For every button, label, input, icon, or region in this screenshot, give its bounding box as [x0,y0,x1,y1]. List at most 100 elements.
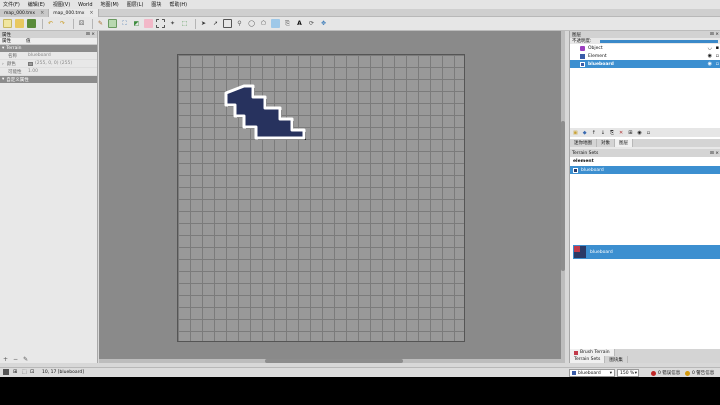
delete-layer-icon[interactable]: ✕ [619,130,623,136]
move-up-icon[interactable]: ↑ [592,130,596,136]
insert-template-icon[interactable]: ⎘ [283,19,292,28]
select-objects-icon[interactable]: ➤ [199,19,208,28]
main-toolbar: ↶ ↷ ⚄ ✎ ⛶ ◩ ✦ ⬚ ➤ ➚ ⚲ ◯ ⬠ ⎘ A ⟳ ✥ [0,17,720,31]
new-layer-icon[interactable]: ▣ [573,130,578,136]
eye-icon[interactable]: ◉ [708,53,712,59]
scroll-thumb[interactable] [265,359,403,363]
menu-file[interactable]: 文件(F) [3,1,20,8]
insert-ellipse-icon[interactable]: ◯ [247,19,256,28]
warnings-indicator[interactable]: 0 警告信息 [685,369,714,377]
tab-map-1[interactable]: map_000.tmx × [0,9,50,17]
duplicate-layer-icon[interactable]: ⎘ [610,130,614,136]
menu-map[interactable]: 地图(M) [101,1,119,8]
layer-row-blueboard[interactable]: blueboard ◉ ▫ [570,60,720,68]
world-tool-icon[interactable]: ✥ [319,19,328,28]
tab-minimap[interactable]: 迷你地图 [570,139,597,147]
layers-panel: 图层 ⊟ × 不透明度: Object ◡ ▪ Element ◉ ▫ blue… [570,31,720,141]
selected-terrain-preview[interactable]: blueboard [573,245,720,259]
terrain-item[interactable]: blueboard [570,166,720,174]
rect-select-icon[interactable] [156,19,165,28]
shape-fill-icon[interactable]: ◩ [132,19,141,28]
stamp-icon[interactable] [3,369,9,375]
new-map-icon[interactable] [3,19,12,28]
tab-tilesets[interactable]: 图块集 [605,356,628,363]
pin-icon[interactable]: ⬚ [22,369,27,375]
map-canvas[interactable] [99,31,565,363]
move-down-icon[interactable]: ↓ [601,130,605,136]
menu-world[interactable]: World [78,2,92,8]
tab-objects[interactable]: 对象 [597,139,615,147]
property-row-probability[interactable]: 可能性 1.00 [0,68,97,76]
layer-selector[interactable]: blueboard ▾ [569,369,615,377]
lock-icon[interactable]: ▫ [716,61,719,67]
magic-wand-icon[interactable]: ✦ [168,19,177,28]
menu-edit[interactable]: 编辑(E) [28,1,45,8]
undo-icon[interactable]: ↶ [46,19,55,28]
expand-icon[interactable]: › [2,62,4,67]
add-property-icon[interactable]: + [3,356,8,363]
layer-row-element[interactable]: Element ◉ ▫ [570,52,720,60]
insert-polygon-icon[interactable]: ⬠ [259,19,268,28]
stamp-brush-icon[interactable]: ✎ [96,19,105,28]
color-swatch[interactable] [28,61,33,66]
open-icon[interactable] [15,19,24,28]
insert-tile-icon[interactable] [271,19,280,28]
snap-icon[interactable]: ⊞ [13,369,17,375]
menu-help[interactable]: 帮助(H) [169,1,187,8]
menu-layer[interactable]: 图层(L) [127,1,144,8]
random-mode-icon[interactable]: ⚄ [77,19,86,28]
terrain-brush-icon[interactable] [108,19,117,28]
rotate-icon[interactable]: ⟳ [307,19,316,28]
menu-view[interactable]: 视图(V) [53,1,70,8]
eye-icon[interactable]: ◡ [708,45,712,51]
bucket-fill-icon[interactable]: ⛶ [120,19,129,28]
vertical-scrollbar[interactable] [561,31,565,359]
property-row-name[interactable]: 名称 blueboard [0,52,97,60]
toolbar-separator [73,18,74,29]
history-icon[interactable]: ⊡ [30,369,34,375]
close-icon[interactable]: × [89,10,93,16]
lock-icon[interactable]: ▪ [716,45,719,51]
document-tabs: map_000.tmx × map_000.tmx × [0,9,720,17]
insert-text-icon[interactable]: A [295,19,304,28]
errors-indicator[interactable]: 0 错误信息 [651,369,680,377]
layer-properties-icon[interactable]: ⊞ [628,130,632,136]
layer-visibility-icon[interactable]: ◉ [637,130,641,136]
insert-rectangle-icon[interactable] [223,19,232,28]
group-layer-icon[interactable]: ◆ [583,130,587,136]
insert-point-icon[interactable]: ⚲ [235,19,244,28]
app-window: 文件(F) 编辑(E) 视图(V) World 地图(M) 图层(L) 图块 帮… [0,0,720,377]
menu-tileset[interactable]: 图块 [151,1,161,8]
redo-icon[interactable]: ↷ [58,19,67,28]
tile-map-grid[interactable] [177,54,465,342]
terrain-sets-panel: Terrain Sets ⊟ × element blueboard blueb… [570,149,720,363]
section-custom-properties[interactable]: ▾ 自定义属性 [0,76,97,83]
select-same-icon[interactable]: ⬚ [180,19,189,28]
close-icon[interactable]: × [40,10,44,16]
property-row-color[interactable]: › 颜色 (255, 0, 0) (255) [0,60,97,68]
panel-close-icon[interactable]: ⊟ × [710,32,719,37]
layer-lock-icon[interactable]: ▫ [647,130,650,136]
tab-layers[interactable]: 图层 [615,139,633,147]
section-terrain[interactable]: ▾ Terrain [0,45,97,52]
edit-property-icon[interactable]: ✎ [23,356,28,363]
lock-icon[interactable]: ▫ [716,53,719,59]
layer-selector-icon [572,371,576,375]
edit-polygon-icon[interactable]: ➚ [211,19,220,28]
properties-panel-title: 属性 ⊟ × [0,31,97,38]
panel-close-icon[interactable]: ⊟ × [710,151,719,156]
tab-brush-terrain[interactable]: Brush Terrain [570,349,615,356]
opacity-slider[interactable] [599,39,718,43]
layer-row-object[interactable]: Object ◡ ▪ [570,44,720,52]
save-icon[interactable] [27,19,36,28]
tab-map-2[interactable]: map_000.tmx × [49,9,99,17]
scroll-thumb[interactable] [561,121,565,271]
brush-tabs: Brush Terrain [570,349,720,356]
zoom-selector[interactable]: 150 % ▾ [617,369,639,377]
remove-property-icon[interactable]: − [13,356,18,363]
panel-close-icon[interactable]: ⊟ × [86,32,95,37]
tab-terrain-sets[interactable]: Terrain Sets [570,356,606,363]
eye-icon[interactable]: ◉ [708,61,712,67]
horizontal-scrollbar[interactable] [99,359,565,363]
eraser-icon[interactable] [144,19,153,28]
